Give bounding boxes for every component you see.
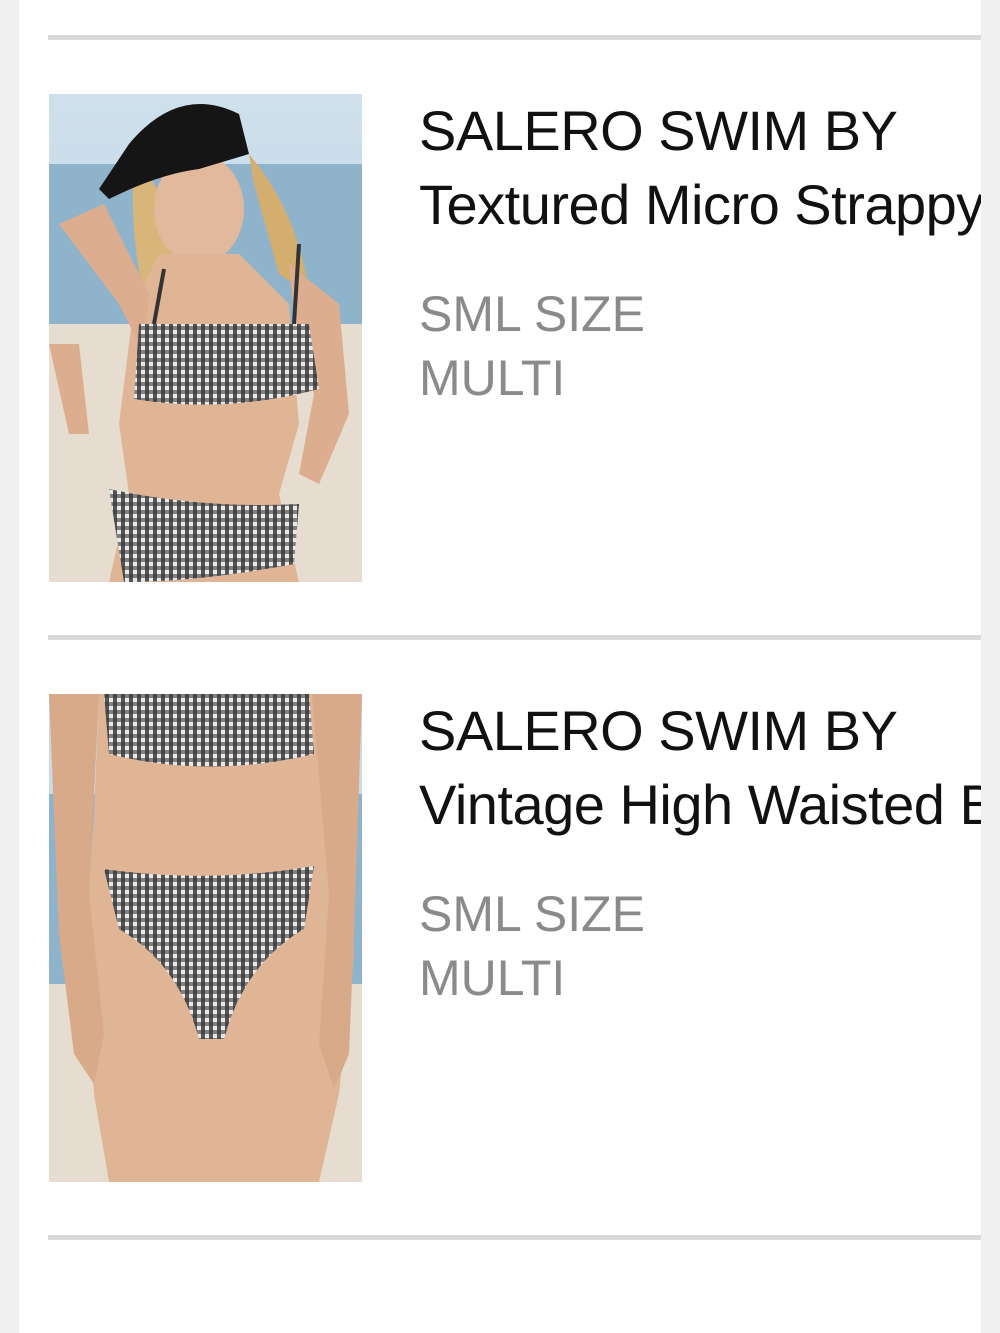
product-size: SML SIZE xyxy=(419,886,645,942)
product-image[interactable] xyxy=(49,694,362,1182)
product-info: SALERO SWIM BY Vintage High Waisted Biki… xyxy=(419,694,981,1010)
divider xyxy=(48,35,981,40)
divider xyxy=(48,1235,981,1240)
product-color: MULTI xyxy=(419,350,566,406)
product-card[interactable]: SALERO SWIM BY Textured Micro Strappy Br… xyxy=(49,94,981,584)
product-image[interactable] xyxy=(49,94,362,582)
product-brand: SALERO SWIM BY xyxy=(419,699,898,762)
product-card[interactable]: SALERO SWIM BY Vintage High Waisted Biki… xyxy=(49,694,981,1184)
product-name[interactable]: Vintage High Waisted Bikini Bottom xyxy=(419,768,981,842)
product-color: MULTI xyxy=(419,950,566,1006)
product-brand: SALERO SWIM BY xyxy=(419,99,898,162)
product-size: SML SIZE xyxy=(419,286,645,342)
product-info: SALERO SWIM BY Textured Micro Strappy Br… xyxy=(419,94,981,410)
product-name[interactable]: Textured Micro Strappy Bralette Bikini T… xyxy=(419,168,981,242)
divider xyxy=(48,635,981,640)
cart-item-list: SALERO SWIM BY Textured Micro Strappy Br… xyxy=(19,0,981,1333)
